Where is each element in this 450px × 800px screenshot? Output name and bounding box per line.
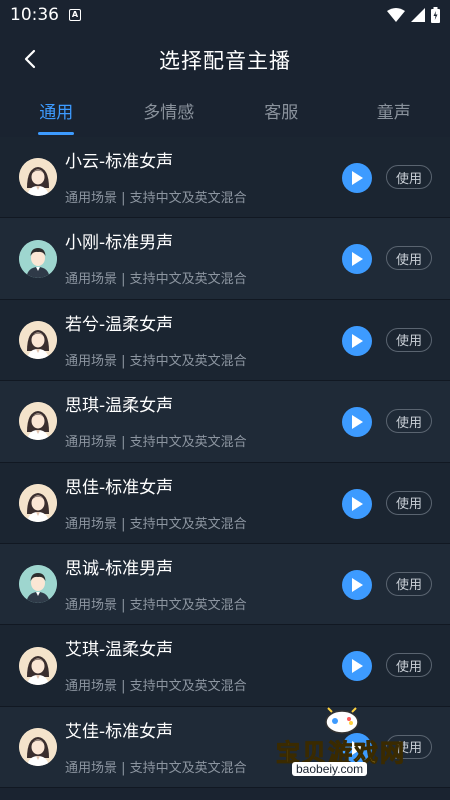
voice-item[interactable]: 思佳-标准女声通用场景 | 支持中文及英文混合 使用 xyxy=(0,462,450,544)
play-icon xyxy=(352,496,363,511)
use-button[interactable]: 使用 xyxy=(386,327,432,352)
female-avatar-icon xyxy=(19,158,57,197)
play-icon xyxy=(352,252,363,267)
tab-general[interactable]: 通用 xyxy=(0,90,113,135)
voice-list: 小云-标准女声 通用场景 | 支持中文及英文混合 使用 小刚-标准男声 通用场景 | … xyxy=(0,137,450,789)
use-button[interactable]: 使用 xyxy=(386,246,432,271)
voice-description: 通用场景 | 支持中文及英文混合 xyxy=(65,272,247,288)
signal-icon xyxy=(411,8,425,22)
voice-description: 通用场景 | 支持中文及英文混合 xyxy=(65,435,247,451)
use-button[interactable]: 使用 xyxy=(386,653,432,678)
play-button[interactable] xyxy=(342,163,372,193)
voice-name: 思佳-标准女声 xyxy=(65,477,174,498)
female-avatar-icon xyxy=(19,646,57,685)
tab-active-indicator xyxy=(38,132,75,135)
voice-description: 通用场景 | 支持中文及英文混合 xyxy=(65,679,247,695)
voice-name: 小刚-标准男声 xyxy=(65,233,174,254)
page-title: 选择配音主播 xyxy=(159,49,291,73)
tab-label: 通用 xyxy=(39,103,74,123)
tab-child-voice[interactable]: 童声 xyxy=(338,90,450,135)
play-icon xyxy=(352,171,363,185)
use-button[interactable]: 使用 xyxy=(386,490,432,515)
voice-name: 艾佳-标准女声 xyxy=(65,721,174,742)
voice-description: 通用场景 | 支持中文及英文混合 xyxy=(65,516,247,532)
play-button[interactable] xyxy=(342,325,372,356)
tab-label: 童声 xyxy=(376,103,411,123)
use-button[interactable]: 使用 xyxy=(386,571,432,596)
voice-item[interactable]: 艾琪-温柔女声通用场景 | 支持中文及英文混合 使用 xyxy=(0,625,450,707)
play-icon xyxy=(352,333,363,348)
notification-a-icon: A xyxy=(69,9,81,21)
female-avatar-icon xyxy=(19,320,57,359)
play-icon xyxy=(352,577,363,592)
voice-item[interactable]: 小云-标准女声通用场景 | 支持中文及英文混合 使用 xyxy=(0,137,450,219)
battery-icon xyxy=(431,7,440,23)
voice-description: 通用场景 | 支持中文及英文混合 xyxy=(65,191,247,206)
use-button[interactable]: 使用 xyxy=(386,409,432,434)
play-button[interactable] xyxy=(342,569,372,600)
voice-name: 思诚-标准男声 xyxy=(65,558,174,579)
status-time: 10:36 xyxy=(10,5,59,25)
voice-item[interactable]: 若兮-温柔女声通用场景 | 支持中文及英文混合 使用 xyxy=(0,299,450,382)
tab-label: 客服 xyxy=(264,103,299,123)
voice-item[interactable]: 思琪-温柔女声通用场景 | 支持中文及英文混合 使用 xyxy=(0,381,450,463)
tab-label: 多情感 xyxy=(143,103,195,123)
use-button[interactable]: 使用 xyxy=(386,165,432,189)
female-avatar-icon xyxy=(19,402,57,441)
voice-name: 思琪-温柔女声 xyxy=(65,396,174,417)
voice-name: 艾琪-温柔女声 xyxy=(65,640,174,661)
gamepad-logo-icon xyxy=(325,707,359,734)
female-avatar-icon xyxy=(19,483,57,522)
voice-item[interactable]: 思诚-标准男声通用场景 | 支持中文及英文混合 使用 xyxy=(0,543,450,626)
category-tabs: 通用 多情感 客服 童声 xyxy=(0,90,450,135)
male-avatar-icon xyxy=(19,239,57,278)
app-header: 选择配音主播 xyxy=(0,30,450,90)
voice-name: 若兮-温柔女声 xyxy=(65,314,174,335)
voice-description: 通用场景 | 支持中文及英文混合 xyxy=(65,353,247,369)
voice-description: 通用场景 | 支持中文及英文混合 xyxy=(65,760,247,776)
wifi-icon xyxy=(387,8,405,22)
watermark-url: baobeiy.com xyxy=(292,762,368,776)
tab-emotional[interactable]: 多情感 xyxy=(113,90,226,135)
voice-description: 通用场景 | 支持中文及英文混合 xyxy=(65,597,247,613)
tab-customer-service[interactable]: 客服 xyxy=(225,90,338,135)
male-avatar-icon xyxy=(19,565,57,604)
play-button[interactable] xyxy=(342,488,372,519)
voice-item[interactable]: 小刚-标准男声通用场景 | 支持中文及英文混合 使用 xyxy=(0,218,450,300)
play-icon xyxy=(352,415,363,430)
back-arrow-icon[interactable] xyxy=(20,48,42,70)
female-avatar-icon xyxy=(19,727,57,766)
play-icon xyxy=(352,659,363,674)
play-button[interactable] xyxy=(342,407,372,438)
voice-name: 小云-标准女声 xyxy=(65,152,174,172)
status-bar: 10:36 A xyxy=(0,0,450,30)
